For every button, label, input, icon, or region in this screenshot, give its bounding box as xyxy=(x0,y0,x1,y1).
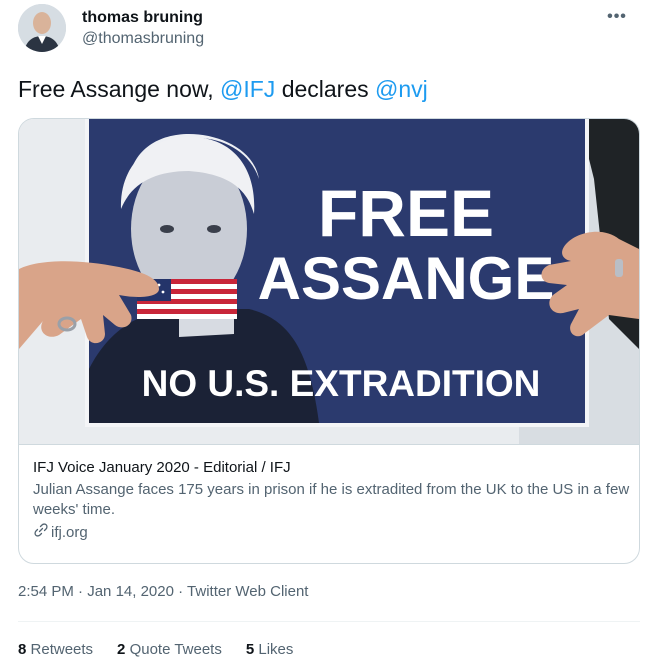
user-handle[interactable]: @thomasbruning xyxy=(82,29,204,49)
card-domain: ifj.org xyxy=(33,522,625,544)
tweet-text: Free Assange now, @IFJ declares @nvj xyxy=(18,74,428,104)
quote-tweets-label: Quote Tweets xyxy=(129,641,222,658)
retweets-label: Retweets xyxy=(30,641,94,658)
user-names: thomas bruning @thomasbruning xyxy=(82,8,204,49)
display-name[interactable]: thomas bruning xyxy=(82,8,204,28)
link-card[interactable]: FREE ASSANGE NO U.S. EXTRADITION IFJ Voi… xyxy=(18,118,640,564)
divider xyxy=(18,621,640,622)
retweets-stat[interactable]: 8 Retweets xyxy=(18,640,93,660)
meta-separator: · xyxy=(173,583,188,600)
mention-ifj[interactable]: @IFJ xyxy=(220,76,275,102)
card-body: IFJ Voice January 2020 - Editorial / IFJ… xyxy=(19,444,639,563)
tweet-meta: 2:54 PM · Jan 14, 2020 · Twitter Web Cli… xyxy=(18,582,308,602)
mention-nvj[interactable]: @nvj xyxy=(375,76,428,102)
link-icon xyxy=(33,522,51,544)
tweet-date[interactable]: Jan 14, 2020 xyxy=(87,583,174,600)
quote-tweets-count: 2 xyxy=(117,641,126,658)
tweet-client[interactable]: Twitter Web Client xyxy=(187,583,308,600)
sign-line-2: ASSANGE xyxy=(258,245,555,312)
card-title: IFJ Voice January 2020 - Editorial / IFJ xyxy=(33,459,291,476)
tweet-header: thomas bruning @thomasbruning ••• xyxy=(18,4,630,60)
likes-label: Likes xyxy=(258,641,294,658)
likes-count: 5 xyxy=(245,641,255,658)
tweet-stats: 8 Retweets 2 Quote Tweets 5 Likes xyxy=(18,640,293,660)
sign-line-1: FREE xyxy=(318,176,494,250)
avatar[interactable] xyxy=(18,4,66,52)
tweet-text-part: declares xyxy=(275,76,376,102)
card-domain-text: ifj.org xyxy=(51,524,88,541)
retweets-count: 8 xyxy=(18,641,27,658)
likes-stat[interactable]: 5 Likes xyxy=(246,640,294,660)
more-options-icon[interactable]: ••• xyxy=(604,4,630,30)
tweet-time[interactable]: 2:54 PM xyxy=(18,583,74,600)
card-image[interactable]: FREE ASSANGE NO U.S. EXTRADITION xyxy=(19,119,639,444)
quote-tweets-stat[interactable]: 2 Quote Tweets xyxy=(117,640,222,660)
tweet-text-part: Free Assange now, xyxy=(18,76,221,102)
sign-line-3: NO U.S. EXTRADITION xyxy=(142,363,541,404)
meta-separator: · xyxy=(73,583,88,600)
card-description: Julian Assange faces 175 years in prison… xyxy=(33,481,630,518)
